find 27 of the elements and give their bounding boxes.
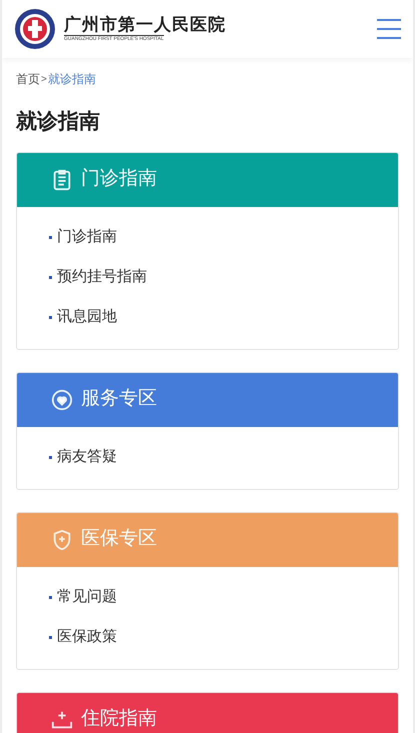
breadcrumb-link[interactable]: 就诊指南: [48, 70, 96, 88]
breadcrumb-link[interactable]: 首页: [16, 70, 40, 88]
bullet-icon: [49, 236, 52, 239]
guide-link[interactable]: 医保政策: [57, 626, 117, 649]
guide-link[interactable]: 常见问题: [57, 586, 117, 609]
page-title: 就诊指南: [16, 109, 101, 135]
guide-link[interactable]: 预约挂号指南: [57, 266, 147, 289]
bullet-icon: [49, 276, 52, 279]
section-title: 门诊指南: [81, 167, 157, 192]
guide-link[interactable]: 讯息园地: [57, 306, 117, 329]
section-title: 医保专区: [81, 527, 157, 552]
guide-link[interactable]: 门诊指南: [57, 226, 117, 249]
breadcrumb-separator: >: [40, 72, 48, 86]
bullet-icon: [49, 456, 52, 459]
bullet-icon: [49, 636, 52, 639]
clipboard-icon: [51, 168, 73, 190]
bullet-icon: [49, 596, 52, 599]
hospital-name: 广州市第一人民医院: [64, 15, 226, 35]
shield-plus-icon: [51, 528, 73, 550]
guide-link[interactable]: 病友答疑: [57, 446, 117, 469]
hospital-logo-icon: [14, 8, 56, 50]
bullet-icon: [49, 316, 52, 319]
section-header[interactable]: 住院指南: [17, 692, 398, 733]
section-title: 服务专区: [81, 387, 157, 412]
menu-button[interactable]: [377, 19, 401, 39]
section-header[interactable]: 服务专区: [17, 372, 398, 426]
section-title: 住院指南: [81, 707, 157, 732]
